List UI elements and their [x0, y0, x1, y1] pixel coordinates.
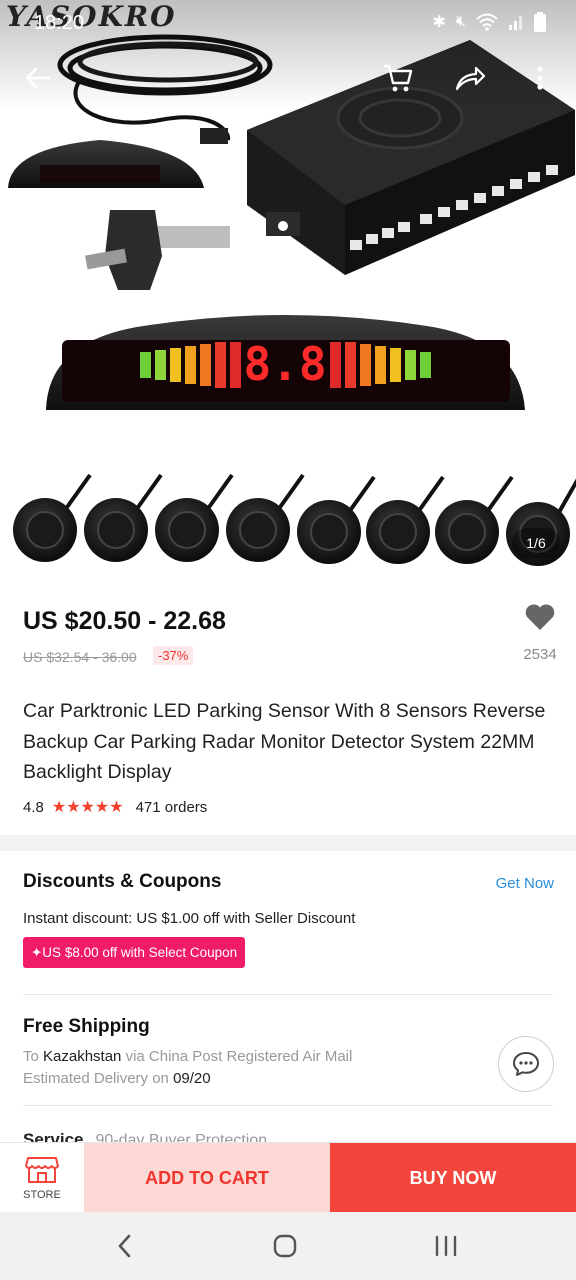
product-summary: US $20.50 - 22.68 US $32.54 - 36.00 -37%…	[0, 585, 576, 835]
mute-icon: 🔇︎	[455, 13, 466, 30]
share-button[interactable]	[450, 58, 490, 98]
image-page-counter: 1/6	[512, 528, 560, 558]
section-separator	[0, 835, 576, 851]
price: US $20.50 - 22.68	[23, 607, 226, 635]
get-now-link[interactable]: Get Now	[496, 875, 554, 892]
status-icons: ✱ 🔇︎	[432, 12, 546, 32]
watermark-logo: YASOKRO	[6, 0, 177, 33]
add-to-cart-button[interactable]: ADD TO CART	[84, 1143, 330, 1213]
rating-row[interactable]: 4.8 ★★★★★ 471 orders	[23, 797, 207, 817]
product-title: Car Parktronic LED Parking Sensor With 8…	[23, 700, 546, 783]
chat-bubble-icon	[513, 1052, 539, 1076]
signal-icon	[509, 16, 522, 30]
discount-badge: -37%	[153, 646, 194, 665]
home-circle-icon	[273, 1234, 297, 1258]
status-time: 18:20	[34, 12, 85, 34]
bluetooth-icon: ✱	[432, 14, 446, 31]
delivery-label: Estimated Delivery on	[23, 1070, 169, 1087]
orders-count: 471 orders	[135, 798, 208, 816]
system-home-button[interactable]	[265, 1226, 305, 1266]
bottom-action-bar: STORE ADD TO CART BUY NOW	[0, 1142, 576, 1213]
chat-button[interactable]	[498, 1036, 554, 1092]
wishlist-count: 2534	[523, 646, 557, 663]
shipping-country: Kazakhstan	[43, 1048, 122, 1065]
cart-button[interactable]	[378, 58, 418, 98]
recents-icon	[435, 1235, 457, 1257]
delivery-estimate: Estimated Delivery on 09/20	[23, 1070, 211, 1087]
store-button[interactable]: STORE	[0, 1143, 84, 1213]
divider	[23, 994, 553, 995]
display-digits: 8.8	[243, 337, 326, 391]
rating-value: 4.8	[23, 798, 44, 816]
store-label: STORE	[23, 1189, 61, 1201]
delivery-date: 09/20	[173, 1070, 211, 1087]
cart-icon	[384, 64, 413, 92]
more-vertical-icon	[537, 66, 543, 90]
divider	[23, 1105, 553, 1106]
original-price: US $32.54 - 36.00	[23, 649, 137, 665]
system-navigation-bar	[0, 1212, 576, 1280]
battery-icon	[534, 12, 546, 32]
system-back-button[interactable]	[104, 1226, 144, 1266]
shipping-method: via China Post Registered Air Mail	[125, 1048, 353, 1065]
discounts-title: Discounts & Coupons	[23, 871, 222, 892]
product-image-gallery[interactable]: 8.8 YASOKRO 18:20 ✱ 🔇︎ 1/6	[0, 0, 576, 585]
coupon-badge[interactable]: ✦US $8.00 off with Select Coupon	[23, 937, 246, 968]
arrow-left-icon	[25, 67, 51, 89]
chevron-left-icon	[118, 1234, 131, 1258]
shipping-title: Free Shipping	[23, 1016, 150, 1037]
share-icon	[455, 66, 486, 91]
shipping-to-label: To	[23, 1048, 39, 1065]
heart-icon	[525, 604, 555, 630]
star-rating-icon: ★★★★★	[51, 799, 124, 816]
store-icon	[25, 1157, 59, 1183]
shipping-destination[interactable]: To Kazakhstan via China Post Registered …	[23, 1048, 352, 1065]
back-button[interactable]	[18, 58, 58, 98]
more-button[interactable]	[520, 58, 560, 98]
wifi-icon	[476, 13, 498, 31]
buy-now-button[interactable]: BUY NOW	[330, 1143, 576, 1213]
instant-discount-text: Instant discount: US $1.00 off with Sell…	[23, 910, 356, 927]
system-recents-button[interactable]	[426, 1226, 466, 1266]
